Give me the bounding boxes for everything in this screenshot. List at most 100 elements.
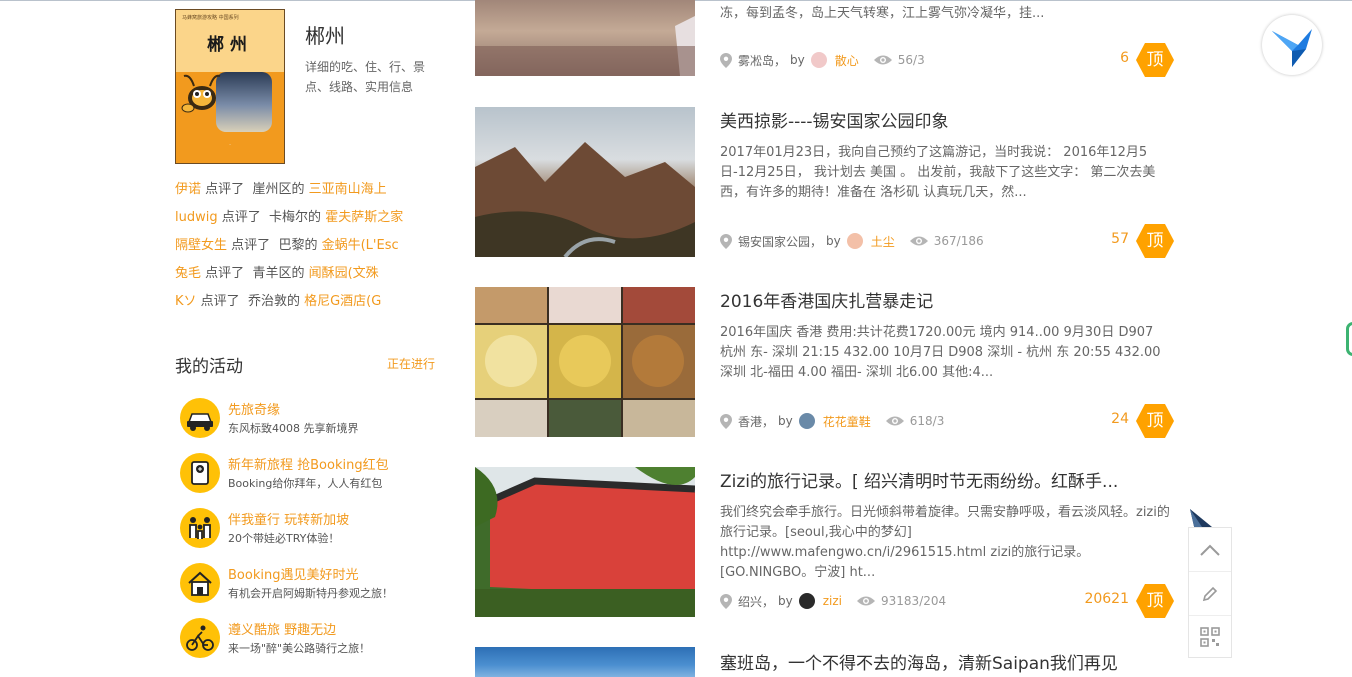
post-location[interactable]: 雾凇岛	[738, 52, 774, 69]
bee-mascot-icon	[181, 74, 221, 113]
travel-note-card[interactable]: 美西掠影----锡安国家公园印象 2017年01月23日，我向自己预约了这篇游记…	[475, 107, 1175, 259]
activity-subtitle: 来一场"醉"美公路骑行之旅！	[228, 642, 371, 655]
activity-title: 新年新旅程 抢Booking红包	[228, 458, 389, 473]
post-title[interactable]: 美西掠影----锡安国家公园印象	[720, 107, 1150, 132]
back-to-top-icon	[1200, 544, 1220, 556]
post-location[interactable]: 绍兴	[738, 593, 762, 610]
review-user[interactable]: 兔毛	[175, 266, 201, 281]
activity-title: 先旅奇缘	[228, 403, 281, 418]
guide-title[interactable]: 郴州	[305, 20, 345, 49]
cover-photo	[216, 72, 272, 132]
post-author[interactable]: 土尘	[871, 233, 895, 250]
location-pin-icon	[720, 52, 732, 68]
edge-widget[interactable]	[1346, 322, 1352, 356]
qrcode-button[interactable]	[1189, 615, 1231, 658]
activity-item[interactable]: 先旅奇缘 东风标致4008 先享新境界	[180, 398, 460, 440]
review-area: 乔治敦的	[247, 294, 300, 309]
review-action: 点评了	[205, 182, 245, 197]
post-title[interactable]: 塞班岛，一个不得不去的海岛，清新Saipan我们再见	[720, 649, 1150, 674]
recent-reviews: 伊诺 点评了 崖州区的 三亚南山海上 ludwig 点评了 卡梅尔的 霍夫萨斯之…	[175, 180, 445, 320]
write-note-button[interactable]	[1189, 572, 1231, 616]
post-excerpt: 我们终究会牵手旅行。日光倾斜带着旋律。只需安静呼吸，看云淡风轻。zizi的旅行记…	[720, 505, 1170, 580]
activity-item[interactable]: Booking遇见美好时光 有机会开启阿姆斯特丹参观之旅！	[180, 563, 460, 605]
post-views: 93183/204	[881, 594, 947, 608]
review-area: 巴黎的	[278, 238, 318, 253]
post-location[interactable]: 锡安国家公园	[738, 233, 810, 250]
cover-title: 郴州	[207, 35, 253, 55]
review-item: 隔壁女生 点评了 巴黎的 金蜗牛(L'Esc	[175, 236, 445, 264]
avatar[interactable]	[846, 233, 863, 249]
review-place[interactable]: 三亚南山海上	[309, 182, 387, 197]
post-thumbnail[interactable]	[475, 107, 695, 257]
activity-item[interactable]: 伴我童行 玩转新加坡 20个带娃必TRY体验！	[180, 508, 460, 550]
avatar[interactable]	[798, 593, 815, 609]
review-item: Kソ 点评了 乔治敦的 格尼G酒店(G	[175, 292, 445, 320]
activity-item[interactable]: 遵义酷旅 野趣无边 来一场"醉"美公路骑行之旅！	[180, 618, 460, 660]
post-author[interactable]: 花花童鞋	[823, 413, 871, 430]
location-pin-icon	[720, 593, 732, 609]
post-location[interactable]: 香港	[738, 413, 762, 430]
floating-toolbar	[1188, 527, 1232, 658]
location-pin-icon	[720, 413, 732, 429]
post-meta: 雾凇岛， by 散心 56/3	[720, 50, 925, 70]
post-title[interactable]: Zizi的旅行记录。[ 绍兴清明时节无雨纷纷。红酥手...	[720, 467, 1150, 492]
by-label: by	[778, 594, 793, 608]
cover-series-label: 马蜂窝旅游攻略 中国系列	[182, 15, 239, 21]
post-meta: 绍兴， by zizi 93183/204	[720, 591, 946, 611]
family-icon	[189, 517, 211, 539]
review-action: 点评了	[200, 294, 240, 309]
ding-button[interactable]: 顶	[1136, 403, 1174, 439]
post-title[interactable]: 2016年香港国庆扎营暴走记	[720, 287, 1150, 312]
travel-note-card[interactable]: 冻，每到孟冬，岛上天气转寒，江上雾气弥冷凝华，挂... 雾凇岛， by 散心 5…	[475, 0, 1175, 78]
avatar[interactable]	[810, 52, 827, 68]
car-icon	[187, 413, 213, 431]
guide-cover-image[interactable]: 马蜂窝旅游攻略 中国系列 郴州 .	[175, 9, 285, 164]
review-item: 伊诺 点评了 崖州区的 三亚南山海上	[175, 180, 445, 208]
travel-note-card[interactable]: 塞班岛，一个不得不去的海岛，清新Saipan我们再见	[475, 647, 1175, 677]
bird-logo-icon	[1272, 29, 1312, 67]
eye-icon	[885, 416, 904, 426]
review-place[interactable]: 格尼G酒店(G	[304, 294, 381, 309]
activity-subtitle: Booking给你拜年，人人有红包	[228, 477, 383, 490]
app-download-badge[interactable]	[1262, 15, 1322, 75]
ding-button[interactable]: 顶	[1136, 42, 1174, 78]
activities-title: 我的活动	[175, 357, 243, 377]
house-icon	[188, 571, 212, 596]
review-action: 点评了	[231, 238, 271, 253]
activity-item[interactable]: 新年新旅程 抢Booking红包 Booking给你拜年，人人有红包	[180, 453, 460, 495]
review-place[interactable]: 霍夫萨斯之家	[325, 210, 403, 225]
review-place[interactable]: 闻酥园(文殊	[309, 266, 379, 281]
review-area: 崖州区的	[252, 182, 305, 197]
post-thumbnail[interactable]	[475, 647, 695, 677]
review-area: 卡梅尔的	[269, 210, 322, 225]
post-thumbnail[interactable]	[475, 467, 695, 617]
post-thumbnail[interactable]	[475, 287, 695, 437]
activity-subtitle: 20个带娃必TRY体验！	[228, 532, 340, 545]
eye-icon	[873, 55, 892, 65]
review-user[interactable]: ludwig	[175, 210, 218, 225]
travel-note-card[interactable]: Zizi的旅行记录。[ 绍兴清明时节无雨纷纷。红酥手... 我们终究会牵手旅行。…	[475, 467, 1175, 619]
avatar[interactable]	[798, 413, 815, 429]
review-item: ludwig 点评了 卡梅尔的 霍夫萨斯之家	[175, 208, 445, 236]
ding-button[interactable]: 顶	[1136, 583, 1174, 619]
review-user[interactable]: 隔壁女生	[175, 238, 227, 253]
post-author[interactable]: 散心	[835, 52, 859, 69]
ding-button[interactable]: 顶	[1136, 223, 1174, 259]
post-thumbnail[interactable]	[475, 0, 695, 76]
eye-icon	[857, 596, 876, 606]
travel-note-card[interactable]: 2016年香港国庆扎营暴走记 2016年国庆 香港 费用:共计花费1720.00…	[475, 287, 1175, 439]
activity-title: Booking遇见美好时光	[228, 568, 359, 583]
review-user[interactable]: Kソ	[175, 294, 197, 309]
review-place[interactable]: 金蜗牛(L'Esc	[322, 238, 399, 253]
post-author[interactable]: zizi	[823, 594, 842, 608]
vote-count: 20621	[1084, 591, 1129, 607]
back-to-top-button[interactable]	[1189, 528, 1231, 572]
red-packet-icon	[191, 461, 209, 485]
post-excerpt: 2017年01月23日，我向自己预约了这篇游记，当时我说： 2016年12月5日…	[720, 145, 1156, 200]
review-user[interactable]: 伊诺	[175, 182, 201, 197]
post-meta: 香港， by 花花童鞋 618/3	[720, 411, 944, 431]
activities-ongoing-link[interactable]: 正在进行	[387, 355, 435, 372]
by-label: by	[826, 234, 841, 248]
post-views: 618/3	[909, 414, 945, 428]
vote-count: 24	[1111, 411, 1129, 427]
